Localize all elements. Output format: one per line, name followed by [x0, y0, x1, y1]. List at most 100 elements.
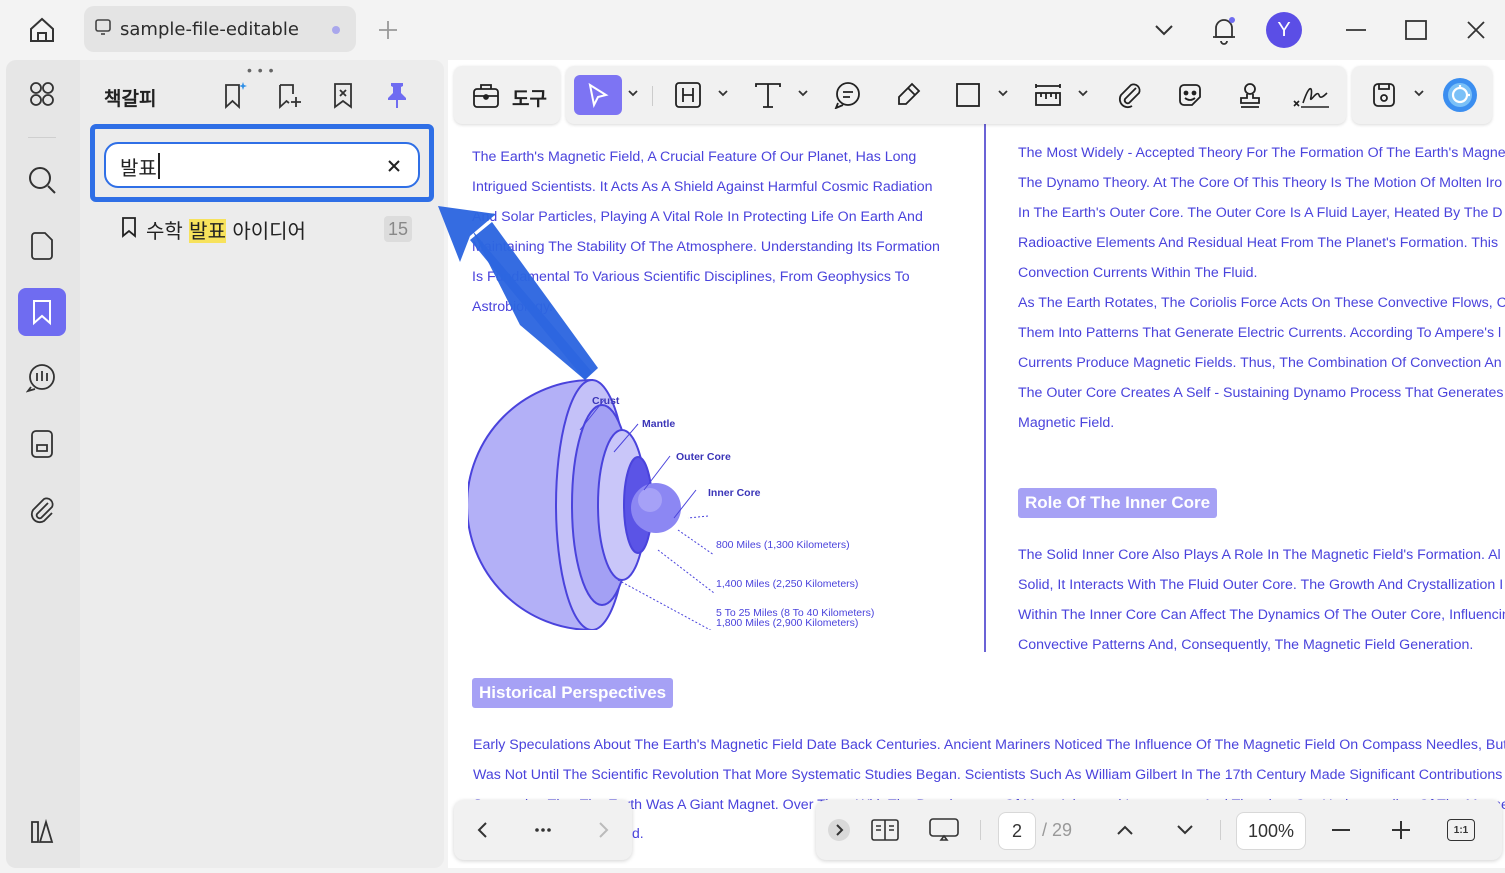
save-icon[interactable] — [1364, 75, 1404, 115]
left-rail — [6, 60, 80, 868]
tab-title: sample-file-editable — [120, 18, 299, 40]
figure-dimension: 800 Miles (1,300 Kilometers) — [716, 539, 850, 551]
heading-tool-icon[interactable] — [668, 75, 708, 115]
clear-search-icon[interactable] — [382, 154, 406, 178]
more-options-icon[interactable] — [530, 812, 556, 848]
text-line: In The Earth's Outer Core. The Outer Cor… — [1018, 205, 1503, 221]
page-down-icon[interactable] — [1172, 812, 1198, 848]
nav-divider — [1220, 820, 1221, 840]
close-window-button[interactable] — [1460, 10, 1492, 50]
text-line: Was Not Until The Scientific Revolution … — [473, 767, 1505, 783]
rail-divider — [28, 137, 56, 138]
page-icon[interactable] — [18, 222, 66, 270]
zoom-level[interactable]: 100% — [1236, 812, 1306, 850]
figure-dimension: 1,400 Miles (2,250 Kilometers) — [716, 578, 858, 590]
comment-tool-icon[interactable] — [828, 75, 868, 115]
bookmark-result-item[interactable]: 수학 발표 아이디어 15 — [120, 212, 420, 246]
chevron-down-icon[interactable] — [796, 86, 810, 100]
bookmark-panel: • • • 책갈피 수학 발표 아이디어 15 — [80, 60, 444, 868]
chevron-down-icon[interactable] — [716, 86, 730, 100]
sticker-tool-icon[interactable] — [1170, 75, 1210, 115]
signature-tool-icon[interactable] — [1288, 75, 1334, 115]
left-column-text: The Earth's Magnetic Field, A Crucial Fe… — [472, 142, 972, 322]
text-line: The Earth's Magnetic Field, A Crucial Fe… — [472, 149, 917, 165]
figure-label: Inner Core — [708, 487, 761, 499]
column-divider — [984, 124, 986, 652]
attachment-doc-icon[interactable] — [18, 420, 66, 468]
chevron-down-icon[interactable] — [626, 86, 640, 100]
new-tab-button[interactable] — [374, 14, 402, 46]
avatar[interactable]: Y — [1266, 10, 1302, 50]
pin-icon[interactable] — [380, 78, 414, 112]
minimize-button[interactable] — [1340, 10, 1372, 50]
zoom-in-icon[interactable] — [1388, 812, 1414, 848]
comment-icon[interactable] — [18, 354, 66, 402]
ai-assistant-icon[interactable] — [1440, 75, 1480, 115]
bookmark-search-box[interactable] — [104, 142, 420, 188]
right-tools — [1352, 66, 1492, 124]
chevron-down-icon[interactable] — [1148, 10, 1180, 50]
inner-core-heading: Role Of The Inner Core — [1018, 488, 1218, 518]
rectangle-tool-icon[interactable] — [948, 75, 988, 115]
search-icon[interactable] — [18, 156, 66, 204]
current-page-input[interactable]: 2 — [998, 812, 1036, 850]
stamp-tool-icon[interactable] — [1230, 75, 1270, 115]
unsaved-dot-icon — [332, 26, 340, 34]
notification-bell-icon[interactable] — [1206, 10, 1242, 50]
sidebar-toggle-icon[interactable] — [18, 808, 66, 856]
chevron-down-icon[interactable] — [1412, 86, 1426, 100]
text-line: Convective Patterns And, Consequently, T… — [1018, 637, 1474, 653]
expand-icon[interactable] — [826, 812, 852, 848]
two-page-view-icon[interactable] — [868, 812, 902, 848]
highlighter-tool-icon[interactable] — [888, 75, 928, 115]
text-line: The Solid Inner Core Also Plays A Role I… — [1018, 547, 1501, 563]
page-nav-right: 2 / 29 100% 1:1 — [816, 800, 1502, 860]
figure-dimension: 5 To 25 Miles (8 To 40 Kilometers) — [716, 607, 875, 619]
maximize-button[interactable] — [1400, 10, 1432, 50]
zoom-out-icon[interactable] — [1328, 812, 1354, 848]
page-nav-left — [454, 800, 632, 860]
text-tool-icon[interactable] — [748, 75, 788, 115]
figure-label: Mantle — [642, 418, 675, 430]
paperclip-tool-icon[interactable] — [1110, 75, 1150, 115]
actual-size-button[interactable]: 1:1 — [1446, 812, 1476, 848]
previous-icon[interactable] — [470, 812, 494, 848]
presentation-icon[interactable] — [926, 812, 962, 848]
page-up-icon[interactable] — [1112, 812, 1138, 848]
total-pages: / 29 — [1042, 820, 1073, 840]
figure-label: Crust — [592, 395, 620, 407]
figure-label: Outer Core — [676, 451, 731, 463]
text-line: Within The Inner Core Can Affect The Dyn… — [1018, 607, 1505, 623]
text-line: Solid, It Interacts With The Fluid Outer… — [1018, 577, 1504, 593]
text-line: The Dynamo Theory. At The Core Of This T… — [1018, 175, 1503, 191]
text-line: Maintaining The Stability Of The Atmosph… — [472, 239, 940, 255]
bookmark-item-label: 수학 발표 아이디어 — [146, 215, 306, 244]
document-tab[interactable]: sample-file-editable — [84, 6, 356, 52]
text-line: Them Into Patterns That Generate Electri… — [1018, 325, 1502, 341]
text-line: Currents Produce Magnetic Fields. Thus, … — [1018, 355, 1502, 371]
select-tool-icon[interactable] — [574, 75, 622, 115]
ai-bookmark-icon[interactable] — [218, 78, 252, 112]
bookmark-remove-icon[interactable] — [326, 78, 360, 112]
next-icon[interactable] — [592, 812, 616, 848]
avatar-letter: Y — [1266, 12, 1302, 48]
nav-divider — [980, 820, 981, 840]
chevron-down-icon[interactable] — [1076, 86, 1090, 100]
text-line: Is Fundamental To Various Scientific Dis… — [472, 269, 910, 285]
text-line: The Most Widely - Accepted Theory For Th… — [1018, 145, 1505, 161]
actual-size-label: 1:1 — [1447, 819, 1475, 841]
paperclip-icon[interactable] — [18, 486, 66, 534]
measure-tool-icon[interactable] — [1028, 75, 1068, 115]
panel-drag-handle[interactable]: • • • — [247, 62, 274, 78]
text-caret — [158, 153, 160, 179]
text-line: Early Speculations About The Earth's Mag… — [473, 737, 1505, 753]
home-icon[interactable] — [22, 12, 62, 48]
text-line: Radioactive Elements And Residual Heat F… — [1018, 235, 1499, 251]
add-bookmark-icon[interactable] — [272, 78, 306, 112]
earth-layers-figure: Crust Mantle Outer Core Inner Core 800 M… — [468, 378, 858, 630]
tools-button[interactable]: 도구 — [454, 66, 560, 124]
partial-text: d. — [632, 825, 644, 841]
bookmark-icon[interactable] — [18, 288, 66, 336]
chevron-down-icon[interactable] — [996, 86, 1010, 100]
thumbnails-icon[interactable] — [18, 70, 66, 118]
